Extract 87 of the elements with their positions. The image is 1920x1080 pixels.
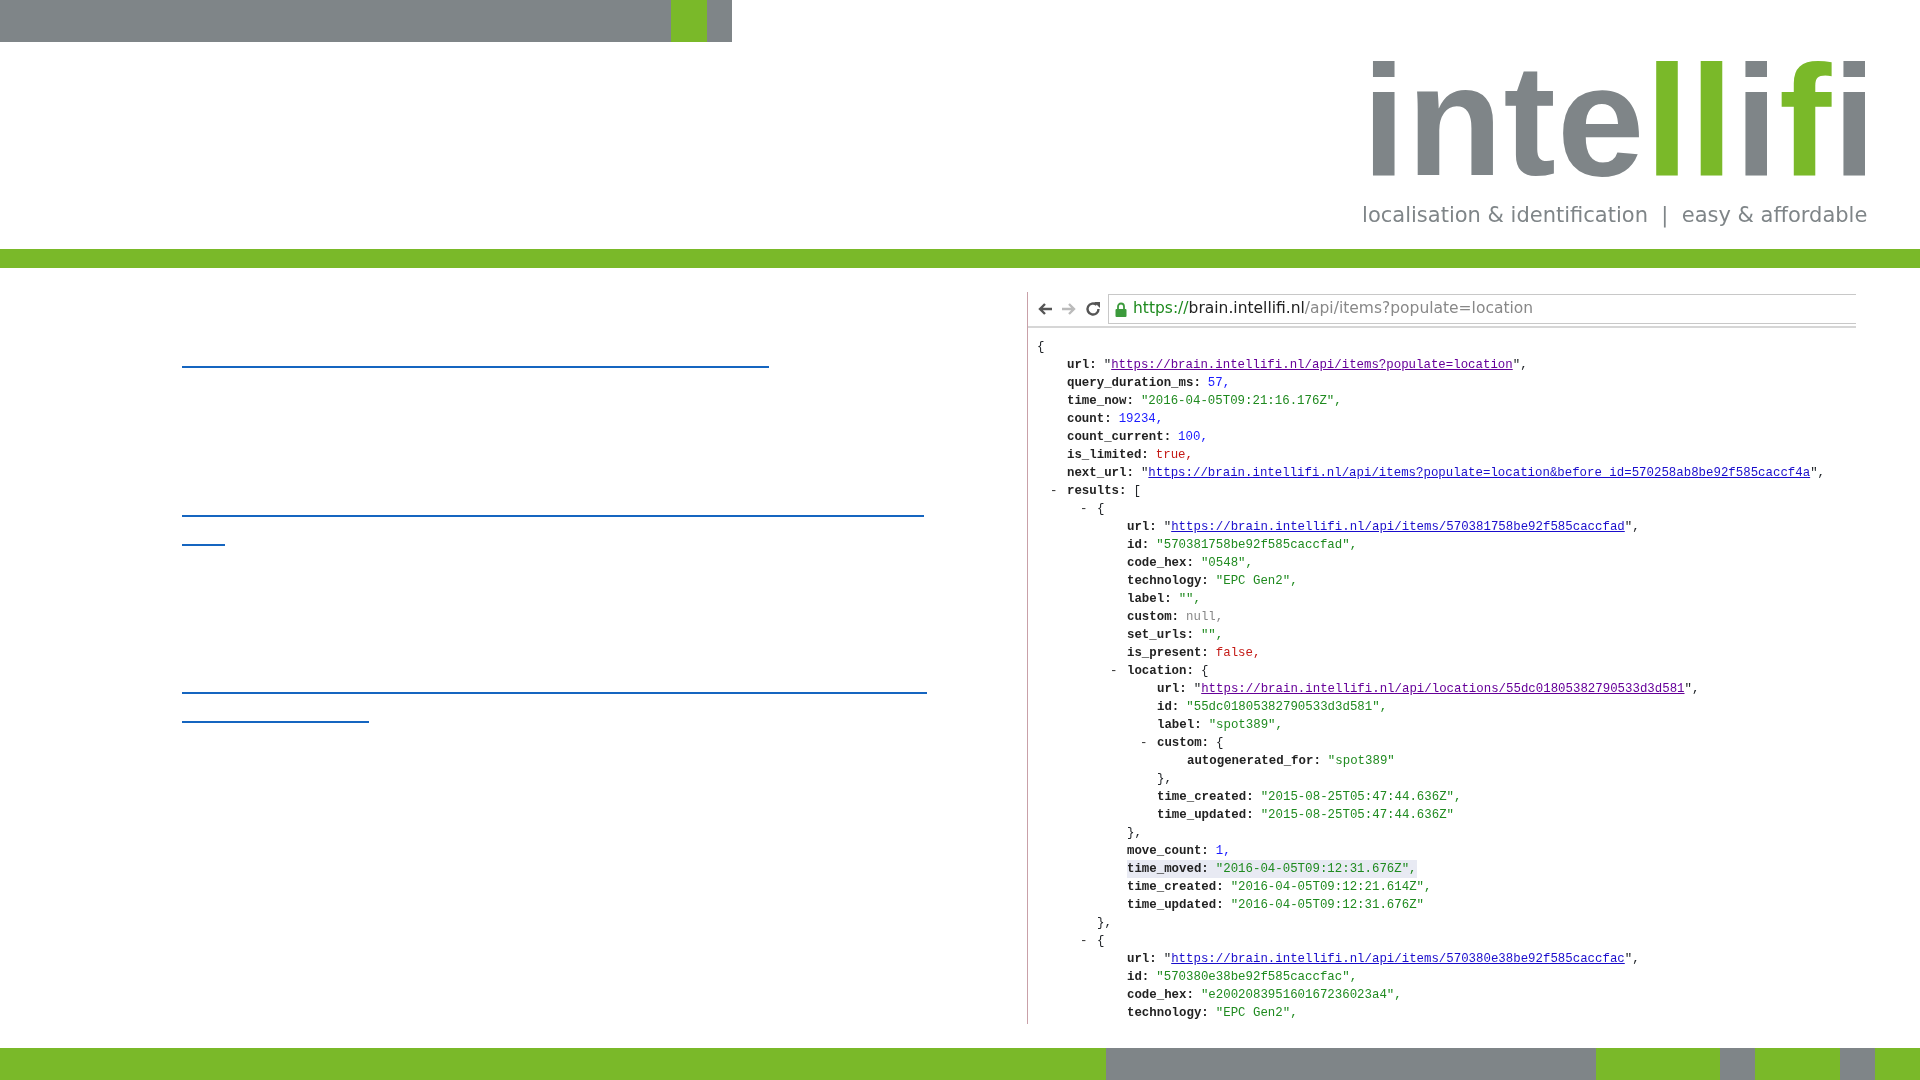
json-key: code_hex: <box>1127 554 1194 572</box>
json-key: url: <box>1157 680 1187 698</box>
json-value: "2015-08-25T05:47:44.636Z", <box>1260 789 1462 806</box>
json-key: label: <box>1157 716 1202 734</box>
logo: intellifi <box>1362 46 1877 196</box>
json-link[interactable]: https://brain.intellifi.nl/api/items?populate=location&before_id=570258ab8be92f585caccf4a <box>1148 466 1811 480</box>
json-value: "2016-04-05T09:12:21.614Z", <box>1230 879 1432 896</box>
json-value: "https://brain.intellifi.nl/api/locations/55dc01805382790533d3d581", <box>1193 681 1700 698</box>
collapse-toggle[interactable]: - <box>1140 734 1157 752</box>
json-value: "", <box>1178 591 1201 608</box>
json-value: 100, <box>1178 429 1208 446</box>
json-key: move_count: <box>1127 842 1209 860</box>
json-bracket: }, <box>1097 915 1112 932</box>
json-value: "2016-04-05T09:12:31.676Z", <box>1215 861 1417 878</box>
json-value: "https://brain.intellifi.nl/api/items?populate=location&before_id=570258ab8be92f585caccf4a", <box>1140 465 1825 482</box>
json-key: is_limited: <box>1067 446 1149 464</box>
json-value: "570380e38be92f585caccfac", <box>1156 969 1358 986</box>
json-key: id: <box>1157 698 1180 716</box>
collapse-toggle[interactable]: - <box>1080 932 1097 950</box>
json-key: url: <box>1067 356 1097 374</box>
json-link[interactable]: https://brain.intellifi.nl/api/locations/55dc01805382790533d3d581 <box>1201 682 1685 696</box>
json-bracket: { <box>1216 735 1224 752</box>
json-key: custom: <box>1157 734 1210 752</box>
json-key: query_duration_ms: <box>1067 374 1201 392</box>
reload-icon[interactable] <box>1084 300 1102 318</box>
logo-tagline: localisation & identification | easy & affordable <box>1362 202 1868 230</box>
json-bracket: { <box>1097 933 1105 950</box>
json-value: "0548", <box>1200 555 1253 572</box>
json-value: "spot389", <box>1208 717 1283 734</box>
json-key: autogenerated_for: <box>1187 752 1321 770</box>
json-bracket: { <box>1200 663 1209 680</box>
json-key: count_current: <box>1067 428 1172 446</box>
json-key: set_urls: <box>1127 626 1194 644</box>
json-bracket: }, <box>1127 825 1142 842</box>
collapse-toggle[interactable]: - <box>1050 482 1067 500</box>
json-value: "e200208395160167236023a4", <box>1200 987 1402 1004</box>
json-value: null, <box>1186 609 1224 626</box>
json-link[interactable]: https://brain.intellifi.nl/api/items/570381758be92f585caccfad <box>1171 520 1625 534</box>
json-link[interactable]: https://brain.intellifi.nl/api/items/570380e38be92f585caccfac <box>1171 952 1625 966</box>
json-value: "2015-08-25T05:47:44.636Z" <box>1260 807 1454 824</box>
link-underline <box>182 544 225 546</box>
collapse-toggle[interactable]: - <box>1080 500 1097 518</box>
json-key: is_present: <box>1127 644 1209 662</box>
json-value: 19234, <box>1118 411 1164 428</box>
address-bar[interactable]: https://brain.intellifi.nl/api/items?populate=location <box>1108 294 1856 324</box>
json-value: "spot389" <box>1327 753 1395 770</box>
json-value: "https://brain.intellifi.nl/api/items?populate=location", <box>1103 357 1528 374</box>
json-value: "EPC Gen2", <box>1215 1005 1298 1022</box>
json-key: label: <box>1127 590 1172 608</box>
json-value: false, <box>1215 645 1261 662</box>
json-key: time_updated: <box>1127 896 1224 914</box>
json-key: id: <box>1127 968 1150 986</box>
json-value: "", <box>1200 627 1224 644</box>
decor-stripe <box>1875 1048 1920 1080</box>
json-key: time_created: <box>1127 878 1224 896</box>
json-key: location: <box>1127 662 1194 680</box>
json-bracket: { <box>1097 501 1105 518</box>
json-key: code_hex: <box>1127 986 1194 1004</box>
json-bracket: [ <box>1133 483 1141 500</box>
json-value: 57, <box>1207 375 1231 392</box>
json-value: 1, <box>1215 843 1231 860</box>
json-bracket: { <box>1037 339 1045 356</box>
json-key: next_url: <box>1067 464 1134 482</box>
json-key: url: <box>1127 950 1157 968</box>
collapse-toggle[interactable]: - <box>1110 662 1127 680</box>
json-key: technology: <box>1127 1004 1209 1022</box>
json-value: "EPC Gen2", <box>1215 573 1298 590</box>
json-value: "570381758be92f585caccfad", <box>1156 537 1358 554</box>
json-value: "55dc01805382790533d3d581", <box>1186 699 1388 716</box>
json-bracket: }, <box>1157 771 1172 788</box>
json-value: "2016-04-05T09:21:16.176Z", <box>1140 393 1342 410</box>
json-key: time_moved: <box>1127 860 1209 878</box>
json-link[interactable]: https://brain.intellifi.nl/api/items?populate=location <box>1111 358 1513 372</box>
json-key: id: <box>1127 536 1150 554</box>
json-key: time_created: <box>1157 788 1254 806</box>
json-key: custom: <box>1127 608 1180 626</box>
json-key: technology: <box>1127 572 1209 590</box>
json-key: url: <box>1127 518 1157 536</box>
json-key: time_now: <box>1067 392 1134 410</box>
json-value: true, <box>1155 447 1193 464</box>
lock-icon <box>1115 301 1127 317</box>
json-key: time_updated: <box>1157 806 1254 824</box>
json-value: "https://brain.intellifi.nl/api/items/570381758be92f585caccfad", <box>1163 519 1640 536</box>
json-value: "https://brain.intellifi.nl/api/items/570380e38be92f585caccfac", <box>1163 951 1640 968</box>
json-value: "2016-04-05T09:12:31.676Z" <box>1230 897 1424 914</box>
json-key: count: <box>1067 410 1112 428</box>
json-key: results: <box>1067 482 1127 500</box>
